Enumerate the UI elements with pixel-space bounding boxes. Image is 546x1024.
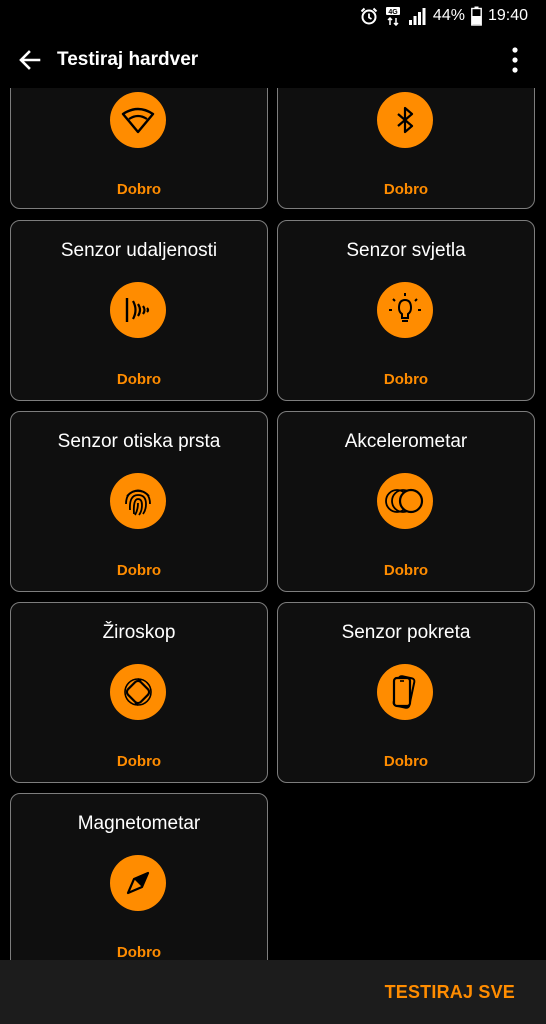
- test-card-proximity[interactable]: Senzor udaljenosti Dobro: [10, 220, 268, 401]
- card-title: Senzor udaljenosti: [60, 240, 218, 261]
- status-icons: 4G 44% 19:40: [359, 5, 528, 27]
- card-title: Senzor pokreta: [341, 622, 471, 643]
- accelerometer-icon: [377, 473, 433, 529]
- card-status: Dobro: [383, 371, 429, 388]
- card-title: Magnetometar: [77, 813, 201, 834]
- battery-icon: [471, 6, 482, 26]
- test-card-light-sensor[interactable]: Senzor svjetla Dobro: [277, 220, 535, 401]
- more-vertical-icon: [512, 47, 518, 73]
- test-card-accelerometer[interactable]: Akcelerometar Dobro: [277, 411, 535, 592]
- network-4g-icon: 4G: [385, 6, 401, 26]
- proximity-icon: [110, 282, 166, 338]
- fingerprint-icon: [110, 473, 166, 529]
- more-options-button[interactable]: [498, 40, 532, 80]
- card-title: Senzor otiska prsta: [57, 431, 221, 452]
- test-card-magnetometer[interactable]: Magnetometar Dobro: [10, 793, 268, 960]
- motion-sensor-icon: [377, 664, 433, 720]
- test-card-fingerprint[interactable]: Senzor otiska prsta Dobro: [10, 411, 268, 592]
- card-title: Akcelerometar: [344, 431, 468, 452]
- status-bar: 4G 44% 19:40: [0, 0, 546, 32]
- card-status: Dobro: [116, 944, 162, 960]
- test-card-gyroscope[interactable]: Žiroskop Dobro: [10, 602, 268, 783]
- card-status: Dobro: [383, 181, 429, 198]
- clock: 19:40: [487, 7, 528, 24]
- sensor-grid: Dobro Dobro Senzor udaljenosti Dobro Sen…: [0, 88, 546, 960]
- bluetooth-icon: [377, 92, 433, 148]
- bottom-bar: TESTIRAJ SVE: [0, 960, 546, 1024]
- alarm-icon: [359, 6, 379, 26]
- test-all-button[interactable]: TESTIRAJ SVE: [385, 982, 515, 1003]
- test-card-motion-sensor[interactable]: Senzor pokreta Dobro: [277, 602, 535, 783]
- signal-icon: [407, 6, 427, 26]
- card-status: Dobro: [116, 371, 162, 388]
- card-status: Dobro: [116, 753, 162, 770]
- page-title: Testiraj hardver: [57, 49, 199, 70]
- card-status: Dobro: [116, 181, 162, 198]
- test-card-bluetooth[interactable]: Dobro: [277, 88, 535, 209]
- test-card-wifi[interactable]: Dobro: [10, 88, 268, 209]
- card-title: Senzor svjetla: [346, 240, 466, 261]
- network-4g-label: 4G: [388, 9, 398, 16]
- light-bulb-icon: [377, 282, 433, 338]
- app-bar: Testiraj hardver: [0, 32, 546, 88]
- gyroscope-icon: [110, 664, 166, 720]
- wifi-icon: [110, 92, 166, 148]
- card-status: Dobro: [116, 562, 162, 579]
- back-button[interactable]: [10, 38, 50, 82]
- compass-icon: [110, 855, 166, 911]
- card-status: Dobro: [383, 562, 429, 579]
- card-status: Dobro: [383, 753, 429, 770]
- battery-percent: 44%: [432, 7, 465, 24]
- arrow-left-icon: [19, 50, 41, 70]
- card-title: Žiroskop: [102, 622, 176, 643]
